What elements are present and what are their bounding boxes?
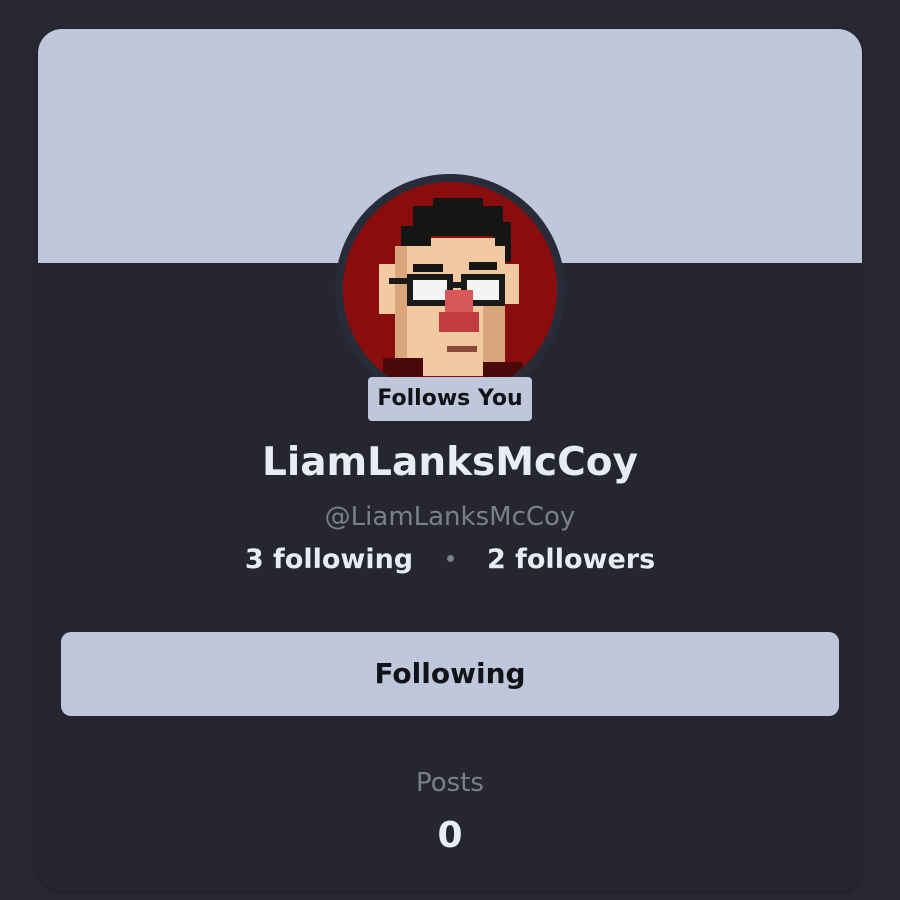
follow-stats: 3 following 2 followers [38, 541, 862, 579]
followers-count-link[interactable]: 2 followers [487, 544, 655, 575]
posts-count: 0 [437, 815, 463, 856]
following-count-link[interactable]: 3 following [245, 544, 413, 575]
following-button[interactable]: Following [61, 632, 839, 716]
avatar[interactable] [343, 182, 557, 396]
pixel-art-face-icon [343, 182, 557, 396]
display-name: LiamLanksMcCoy [261, 440, 639, 485]
follows-you-badge: Follows You [368, 377, 532, 421]
avatar-ring [335, 174, 565, 404]
posts-label: Posts [416, 768, 484, 798]
user-handle: @LiamLanksMcCoy [324, 502, 576, 532]
separator-dot [446, 555, 454, 562]
profile-card: Follows You LiamLanksMcCoy @LiamLanksMcC… [38, 29, 862, 891]
